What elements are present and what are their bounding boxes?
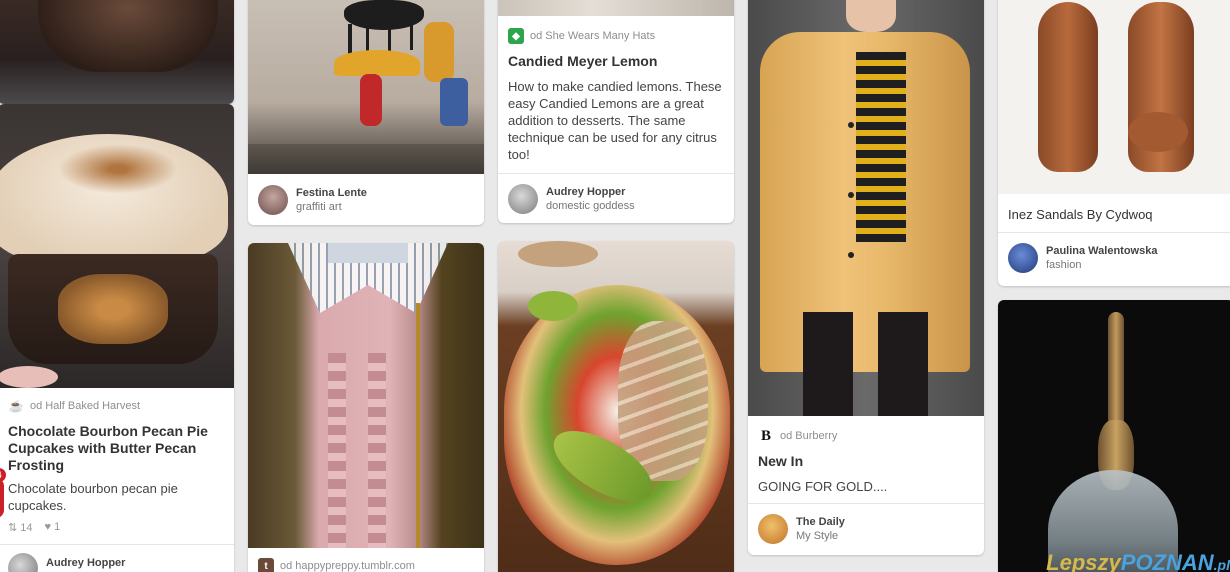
lemon-owner[interactable]: Audrey Hopper domestic goddess	[498, 173, 734, 223]
pin-it-button-edge[interactable]	[0, 478, 4, 518]
source-name: happypreppy.tumblr.com	[295, 560, 415, 572]
owner-name[interactable]: Audrey Hopper	[546, 185, 635, 199]
heart-icon: ♥	[44, 521, 52, 533]
repin-count: 14	[20, 522, 33, 534]
pin-burberry[interactable]: B od Burberry New In GOING FOR GOLD.... …	[748, 0, 984, 555]
pin-sweater[interactable]: t od happypreppy.tumblr.com	[248, 243, 484, 572]
pin-cupcake-prev[interactable]	[0, 0, 234, 104]
lemon-image[interactable]	[498, 0, 734, 16]
pin-salad[interactable]	[498, 241, 734, 572]
watermark-suffix: .pl	[1213, 557, 1230, 572]
owner-name[interactable]: Paulina Walentowska	[1046, 244, 1157, 258]
graffiti-owner[interactable]: Festina Lente graffiti art	[248, 174, 484, 225]
source-name: She Wears Many Hats	[545, 30, 656, 42]
sandals-owner[interactable]: Paulina Walentowska fashion	[998, 232, 1230, 282]
sandals-title[interactable]: Inez Sandals By Cydwoq	[998, 206, 1230, 223]
owner-avatar[interactable]	[508, 183, 538, 214]
sweater-source[interactable]: t od happypreppy.tumblr.com	[248, 558, 484, 572]
source-prefix: od	[30, 400, 43, 412]
owner-avatar[interactable]	[758, 513, 788, 544]
lemon-source[interactable]: ◆ od She Wears Many Hats	[498, 28, 734, 44]
pin-cupcake[interactable]: ☕ od Half Baked Harvest Chocolate Bourbo…	[0, 104, 234, 572]
sweater-image[interactable]	[248, 243, 484, 548]
tumblr-icon: t	[258, 558, 274, 572]
sculpture-image[interactable]	[998, 300, 1230, 572]
salad-image[interactable]	[498, 241, 734, 572]
leaf-icon: ◆	[508, 28, 524, 44]
watermark-part3: POZNAN	[1120, 550, 1214, 572]
owner-name[interactable]: Festina Lente	[296, 186, 367, 200]
cup-icon: ☕	[8, 399, 24, 413]
pin-lemon[interactable]: ◆ od She Wears Many Hats Candied Meyer L…	[498, 0, 734, 223]
owner-avatar[interactable]	[8, 553, 38, 572]
cupcake-description: Chocolate bourbon pecan pie cupcakes.	[8, 481, 178, 513]
source-name: Burberry	[795, 430, 838, 442]
burberry-image[interactable]	[748, 0, 984, 416]
lemon-title[interactable]: Candied Meyer Lemon	[498, 53, 734, 70]
cupcake-title[interactable]: Chocolate Bourbon Pecan Pie Cupcakes wit…	[0, 423, 234, 474]
burberry-description: GOING FOR GOLD....	[758, 479, 888, 494]
board-name[interactable]: domestic goddess	[546, 199, 635, 213]
pin-sculpture[interactable]: LepszyPOZNAN.pl	[998, 300, 1230, 572]
pin-graffiti[interactable]: Festina Lente graffiti art	[248, 0, 484, 225]
burberry-logo-icon: B	[760, 427, 771, 444]
source-prefix: od	[780, 430, 793, 442]
owner-name[interactable]: The Daily	[796, 515, 845, 529]
board-name[interactable]: fashion	[1046, 258, 1157, 272]
cupcake-owner[interactable]: Audrey Hopper	[0, 544, 234, 572]
like-stat: ♥ 1	[45, 521, 61, 534]
board-name[interactable]: My Style	[796, 529, 845, 543]
lemon-description: How to make candied lemons. These easy C…	[508, 79, 722, 162]
cupcake-image[interactable]	[0, 104, 234, 388]
watermark-logo: LepszyPOZNAN.pl	[1046, 550, 1230, 572]
burberry-owner[interactable]: The Daily My Style	[748, 503, 984, 553]
source-prefix: od	[530, 30, 543, 42]
repin-icon: ⇅	[8, 522, 18, 534]
owner-name[interactable]: Audrey Hopper	[46, 556, 125, 570]
like-count: 1	[54, 521, 61, 533]
sandals-image[interactable]	[998, 0, 1230, 194]
watermark-part1: Lep	[1046, 550, 1086, 572]
cupcake-source[interactable]: ☕ od Half Baked Harvest	[0, 398, 234, 414]
source-name: Half Baked Harvest	[45, 400, 141, 412]
source-prefix: od	[280, 560, 293, 572]
cupcake-top-image[interactable]	[0, 0, 234, 104]
owner-avatar[interactable]	[258, 184, 288, 215]
repin-stat: ⇅ 14	[8, 521, 33, 534]
graffiti-image[interactable]	[248, 0, 484, 174]
burberry-title[interactable]: New In	[748, 453, 984, 470]
cupcake-stats: ⇅ 14 ♥ 1	[0, 521, 234, 534]
pin-sandals[interactable]: Inez Sandals By Cydwoq Paulina Walentows…	[998, 0, 1230, 286]
burberry-source[interactable]: B od Burberry	[748, 428, 984, 444]
watermark-part2: szy	[1085, 550, 1121, 572]
board-name[interactable]: graffiti art	[296, 200, 367, 214]
owner-avatar[interactable]	[1008, 242, 1038, 273]
